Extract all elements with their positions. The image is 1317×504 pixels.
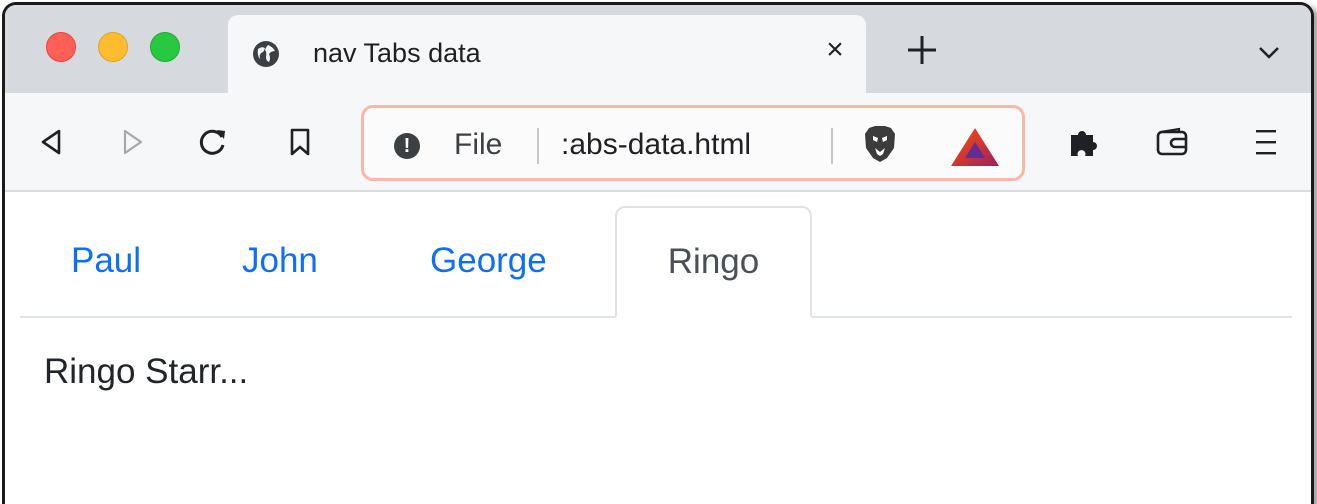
nav-tab-ringo[interactable]: Ringo — [615, 206, 812, 318]
reload-icon[interactable] — [198, 127, 228, 157]
close-window-button[interactable] — [46, 32, 76, 62]
bookmark-icon[interactable] — [285, 127, 315, 157]
brave-rewards-icon[interactable] — [949, 126, 1001, 168]
back-icon[interactable] — [37, 127, 67, 157]
globe-icon — [253, 41, 279, 67]
url-divider — [537, 128, 539, 164]
close-icon[interactable]: × — [818, 33, 852, 67]
forward-icon[interactable] — [117, 127, 147, 157]
nav-tab-john[interactable]: John — [208, 206, 352, 316]
tab-title: nav Tabs data — [313, 38, 481, 68]
wallet-icon[interactable] — [1155, 126, 1189, 158]
url-divider — [831, 128, 833, 164]
brave-shields-icon[interactable] — [861, 124, 899, 164]
chevron-down-icon[interactable] — [1258, 45, 1280, 61]
scheme-label[interactable]: File — [454, 128, 502, 162]
zoom-window-button[interactable] — [150, 32, 180, 62]
address-bar[interactable]: ! File :abs-data.html — [361, 105, 1025, 181]
info-icon[interactable]: ! — [394, 133, 420, 159]
new-tab-icon[interactable] — [907, 35, 937, 65]
tab-strip: nav Tabs data × — [5, 5, 1311, 93]
browser-window: nav Tabs data × ! File :abs-data.html Pa… — [2, 2, 1314, 504]
url-text[interactable]: :abs-data.html — [561, 128, 751, 162]
tab-content-text: Ringo Starr... — [44, 352, 249, 391]
extensions-icon[interactable] — [1067, 125, 1101, 159]
nav-tab-george[interactable]: George — [396, 206, 581, 316]
minimize-window-button[interactable] — [98, 32, 128, 62]
page-content: Paul John George Ringo Ringo Starr... — [5, 192, 1311, 504]
browser-tab[interactable]: nav Tabs data × — [228, 15, 866, 93]
nav-tabs: Paul John George Ringo — [20, 192, 1292, 318]
nav-tab-paul[interactable]: Paul — [37, 206, 175, 316]
menu-icon[interactable] — [1255, 127, 1277, 157]
toolbar: ! File :abs-data.html — [5, 93, 1311, 192]
